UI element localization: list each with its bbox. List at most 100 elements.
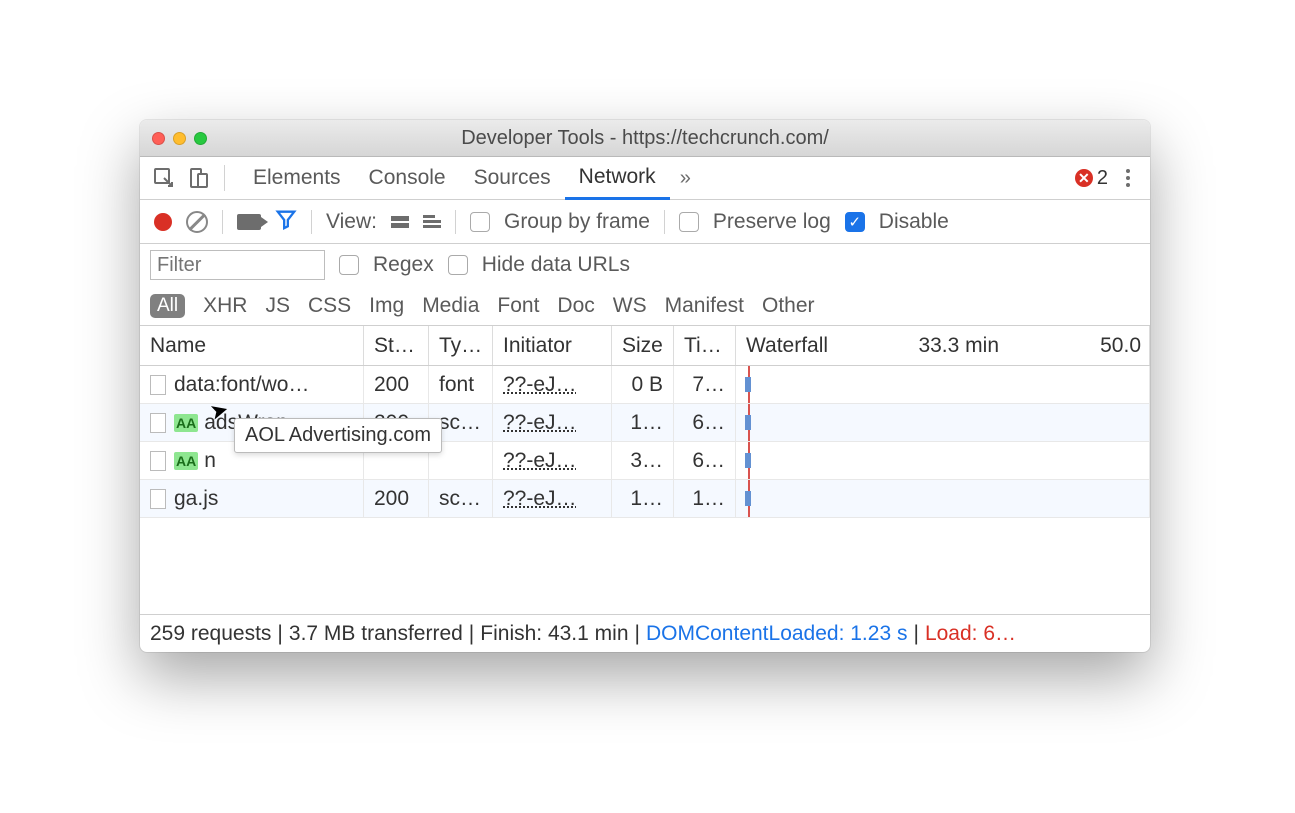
cell-time: 6… <box>674 404 736 441</box>
separator <box>664 210 665 234</box>
waterfall-tick-1: 33.3 min <box>918 334 999 358</box>
view-label: View: <box>326 210 377 234</box>
cell-name: ga.js <box>140 480 364 517</box>
col-size[interactable]: Size <box>612 326 674 365</box>
type-manifest[interactable]: Manifest <box>665 294 744 318</box>
filter-toggle-icon[interactable] <box>275 208 297 236</box>
cell-size: 1… <box>612 480 674 517</box>
cell-initiator: ??-eJ… <box>493 366 612 403</box>
more-tabs-button[interactable]: » <box>670 167 701 190</box>
col-time[interactable]: Ti… <box>674 326 736 365</box>
table-row[interactable]: ga.js 200 sc… ??-eJ… 1… 1… <box>140 480 1150 518</box>
cell-size: 3… <box>612 442 674 479</box>
tab-elements[interactable]: Elements <box>239 157 355 199</box>
regex-label: Regex <box>373 253 434 277</box>
hide-data-urls-label: Hide data URLs <box>482 253 630 277</box>
filter-input[interactable] <box>150 250 325 280</box>
filter-bar: Regex Hide data URLs <box>140 244 1150 286</box>
cell-initiator: ??-eJ… <box>493 442 612 479</box>
separator <box>222 210 223 234</box>
type-media[interactable]: Media <box>422 294 479 318</box>
cell-time: 1… <box>674 480 736 517</box>
file-icon <box>150 375 166 395</box>
status-transferred: 3.7 MB transferred <box>289 622 463 646</box>
device-toolbar-icon[interactable] <box>186 166 210 190</box>
hide-data-urls-checkbox[interactable] <box>448 255 468 275</box>
privacy-badge: AA <box>174 414 198 432</box>
tooltip: AOL Advertising.com <box>234 418 442 453</box>
table-body: data:font/wo… 200 font ??-eJ… 0 B 7… AAa… <box>140 366 1150 614</box>
cell-waterfall <box>736 442 1150 479</box>
file-icon <box>150 489 166 509</box>
separator <box>311 210 312 234</box>
cell-initiator: ??-eJ… <box>493 480 612 517</box>
cell-status: 200 <box>364 366 429 403</box>
status-requests: 259 requests <box>150 622 271 646</box>
capture-screenshots-icon[interactable] <box>237 214 261 230</box>
preserve-log-label: Preserve log <box>713 210 831 234</box>
cell-initiator: ??-eJ… <box>493 404 612 441</box>
waterfall-tick-2: 50.0 <box>1100 334 1141 358</box>
preserve-log-checkbox[interactable] <box>679 212 699 232</box>
status-bar: 259 requests | 3.7 MB transferred | Fini… <box>140 614 1150 652</box>
tab-network[interactable]: Network <box>565 158 670 200</box>
window-title: Developer Tools - https://techcrunch.com… <box>140 127 1150 150</box>
separator <box>224 165 225 191</box>
error-count-text: 2 <box>1097 167 1108 190</box>
type-other[interactable]: Other <box>762 294 815 318</box>
network-toolbar: View: Group by frame Preserve log ✓ Disa… <box>140 200 1150 244</box>
cell-waterfall <box>736 366 1150 403</box>
large-rows-icon[interactable] <box>391 216 409 228</box>
group-by-frame-label: Group by frame <box>504 210 650 234</box>
type-img[interactable]: Img <box>369 294 404 318</box>
privacy-badge: AA <box>174 452 198 470</box>
group-by-frame-checkbox[interactable] <box>470 212 490 232</box>
file-icon <box>150 451 166 471</box>
record-button[interactable] <box>154 213 172 231</box>
settings-menu-button[interactable] <box>1118 169 1138 187</box>
col-type[interactable]: Ty… <box>429 326 493 365</box>
small-rows-icon[interactable] <box>423 215 441 228</box>
error-count-badge[interactable]: ✕ 2 <box>1075 167 1108 190</box>
status-domcontentloaded: DOMContentLoaded: 1.23 s <box>646 622 908 646</box>
type-all[interactable]: All <box>150 294 185 318</box>
status-finish: Finish: 43.1 min <box>480 622 628 646</box>
type-ws[interactable]: WS <box>613 294 647 318</box>
error-icon: ✕ <box>1075 169 1093 187</box>
cell-size: 0 B <box>612 366 674 403</box>
col-initiator[interactable]: Initiator <box>493 326 612 365</box>
tab-console[interactable]: Console <box>355 157 460 199</box>
file-icon <box>150 413 166 433</box>
cell-name: data:font/wo… <box>140 366 364 403</box>
cell-status: 200 <box>364 480 429 517</box>
cell-waterfall <box>736 404 1150 441</box>
cell-waterfall <box>736 480 1150 517</box>
type-xhr[interactable]: XHR <box>203 294 247 318</box>
type-filter-row: All XHR JS CSS Img Media Font Doc WS Man… <box>140 286 1150 326</box>
clear-button[interactable] <box>186 211 208 233</box>
titlebar: Developer Tools - https://techcrunch.com… <box>140 120 1150 157</box>
table-row[interactable]: data:font/wo… 200 font ??-eJ… 0 B 7… <box>140 366 1150 404</box>
cell-time: 6… <box>674 442 736 479</box>
panel-tabs: Elements Console Sources Network » ✕ 2 <box>140 157 1150 200</box>
type-js[interactable]: JS <box>265 294 290 318</box>
waterfall-label: Waterfall <box>746 334 828 358</box>
col-waterfall[interactable]: Waterfall 33.3 min 50.0 <box>736 326 1150 365</box>
col-name[interactable]: Name <box>140 326 364 365</box>
cell-size: 1… <box>612 404 674 441</box>
cell-type: font <box>429 366 493 403</box>
cell-type: sc… <box>429 480 493 517</box>
devtools-window: Developer Tools - https://techcrunch.com… <box>140 120 1150 652</box>
disable-cache-checkbox[interactable]: ✓ <box>845 212 865 232</box>
type-css[interactable]: CSS <box>308 294 351 318</box>
status-load: Load: 6… <box>925 622 1016 646</box>
tab-sources[interactable]: Sources <box>460 157 565 199</box>
type-font[interactable]: Font <box>497 294 539 318</box>
regex-checkbox[interactable] <box>339 255 359 275</box>
table-header: Name St… Ty… Initiator Size Ti… Waterfal… <box>140 326 1150 366</box>
col-status[interactable]: St… <box>364 326 429 365</box>
separator <box>455 210 456 234</box>
disable-cache-label: Disable <box>879 210 949 234</box>
inspect-element-icon[interactable] <box>152 166 176 190</box>
type-doc[interactable]: Doc <box>557 294 594 318</box>
